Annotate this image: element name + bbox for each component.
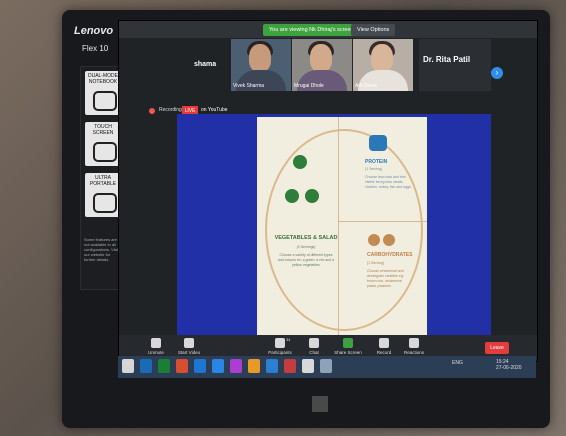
food-plate-slide: VEGETABLES & SALAD (2 Servings) Choose a… [257,117,427,337]
sticker-label: TOUCH SCREEN [92,124,114,136]
left-participant-name: shama [194,61,217,68]
view-options-button[interactable]: View Options [351,24,396,36]
thumbnail-vivek[interactable]: Vivek Sharma [231,39,291,91]
language-indicator[interactable]: ENG [452,360,463,366]
protein-note: Choose lean cuts and trim visible fat eg… [365,175,411,189]
app-icon[interactable] [320,359,332,373]
share-screen-button[interactable]: Share Screen [331,338,365,358]
rice-bowl-icon [368,234,380,246]
plate-divider-vertical [338,117,339,337]
skype-icon[interactable] [266,359,278,373]
zoom-icon[interactable] [212,359,224,373]
vegetable-icon [305,189,319,203]
vegetables-label: VEGETABLES & SALAD [274,235,338,241]
plate-ring [265,129,423,331]
participant-name: Mrugai Dhole [294,83,324,89]
vegetable-icon [293,155,307,169]
control-label: Reactions [403,350,424,355]
start-video-button[interactable]: Start Video [172,338,206,358]
chrome-icon[interactable] [302,359,314,373]
participants-icon [275,338,285,348]
chat-button[interactable]: Chat [297,338,331,358]
vegetable-icon [285,189,299,203]
vegetables-servings: (2 Servings) [296,245,316,249]
system-clock[interactable]: 15:24 27-06-2020 [496,359,522,371]
share-screen-icon [343,338,353,348]
record-icon [379,338,389,348]
participant-thumbnails: Vivek Sharma Mrugai Dhole Ark Desai [231,39,413,91]
control-label: Record [376,350,392,355]
protein-label: PROTEIN [365,159,388,165]
face [310,44,332,72]
brand-logo: Lenovo [74,25,114,37]
thumbnail-mrugai[interactable]: Mrugai Dhole [292,39,352,91]
zoom-top-bar: You are viewing Nk Dhiraj's screen View … [119,21,537,38]
windows-logo [312,396,328,412]
sticker-item-portable: ULTRA PORTABLE [85,173,121,217]
powerpoint-icon[interactable] [176,359,188,373]
app-icon[interactable] [230,359,242,373]
shared-screen: VEGETABLES & SALAD (2 Servings) Choose a… [177,114,491,337]
excel-icon[interactable] [158,359,170,373]
laptop-screen: You are viewing Nk Dhiraj's screen View … [118,20,538,362]
recording-dot-icon [149,108,155,114]
control-label: Share Screen [334,350,362,355]
folder-icon[interactable] [248,359,260,373]
control-label: Participants [268,350,292,355]
next-page-arrow-icon[interactable]: › [491,67,503,79]
bread-icon [383,234,395,246]
leave-button[interactable]: Leave [485,342,509,354]
control-label: Chat [309,350,319,355]
clock-date: 27-06-2020 [496,365,522,371]
control-label: Start Video [177,350,201,355]
control-label: Unmute [148,350,164,355]
plate-divider-horizontal [339,221,427,222]
sticker-label: ULTRA PORTABLE [89,175,117,187]
participant-name: Vivek Sharma [233,83,265,89]
record-button[interactable]: Record [367,338,401,358]
sticker-item-dual-mode: DUAL-MODE NOTEBOOK [85,71,121,115]
thumbnail-ark[interactable]: Ark Desai [353,39,413,91]
notebook-icon [93,91,117,111]
chat-icon [309,338,319,348]
active-speaker-name: Dr. Rita Patil [423,55,471,64]
face [249,44,271,72]
active-speaker-tile[interactable]: Dr. Rita Patil [419,39,491,91]
sticker-item-touch: TOUCH SCREEN [85,122,121,166]
reactions-button[interactable]: Reactions [397,338,431,358]
recording-text: Recording [159,107,182,113]
carbohydrates-servings: (1 Serving) [367,261,385,265]
sticker-label: DUAL-MODE NOTEBOOK [87,73,118,85]
participants-button[interactable]: Participants [263,338,297,358]
media-icon[interactable] [284,359,296,373]
sticker-note: Some features are not available in all c… [84,237,119,262]
live-platform-text: on YouTube [201,107,228,113]
reactions-icon [409,338,419,348]
windows-taskbar: ENG 15:24 27-06-2020 [118,356,536,378]
vegetables-note: Choose a variety of different types and … [277,253,335,267]
video-camera-icon [184,338,194,348]
viewing-banner: You are viewing Nk Dhiraj's screen [263,24,360,36]
browser-icon[interactable] [194,359,206,373]
protein-servings: (1 Serving) [365,167,383,171]
microphone-icon [151,338,161,348]
participant-name: Ark Desai [355,83,377,89]
explorer-icon[interactable] [140,359,152,373]
model-label: Flex 10 [82,44,109,53]
face [371,44,393,72]
touch-icon [93,142,117,162]
unmute-button[interactable]: Unmute [139,338,173,358]
participants-count: 34 [286,337,291,342]
carbohydrates-label: CARBOHYDRATES [367,252,413,258]
portable-icon [93,193,117,213]
start-icon[interactable] [122,359,134,373]
carbohydrates-note: Choose wholemeal and wholegrain varietie… [367,269,404,288]
fish-icon [369,135,387,151]
